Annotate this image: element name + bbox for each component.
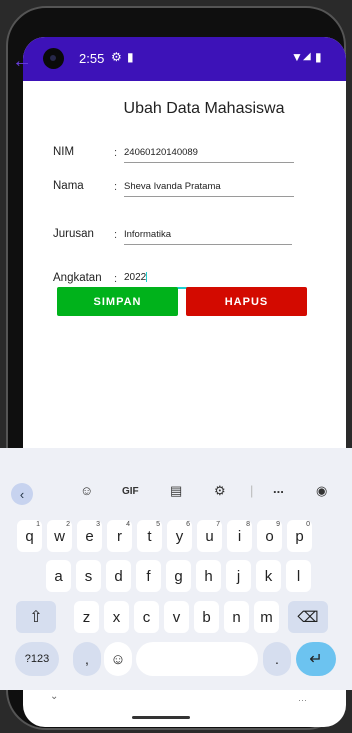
nama-field[interactable]: Sheva Ivanda Pratama [124, 181, 294, 197]
key-v[interactable]: v [164, 601, 189, 633]
key-d[interactable]: d [106, 560, 131, 592]
comma-key[interactable]: , [73, 642, 101, 676]
key-i[interactable]: i8 [227, 520, 252, 552]
key-n[interactable]: n [224, 601, 249, 633]
back-arrow-icon[interactable]: ← [12, 50, 32, 73]
more-button[interactable]: ... [273, 481, 284, 496]
keyboard-switch-icon[interactable]: ⋯ [298, 695, 307, 706]
key-h[interactable]: h [196, 560, 221, 592]
microphone-icon[interactable]: ◉ [316, 483, 327, 499]
text-cursor [146, 272, 148, 283]
keyboard-back-icon[interactable]: ‹ [11, 483, 33, 505]
key-m[interactable]: m [254, 601, 279, 633]
key-p[interactable]: p0 [287, 520, 312, 552]
emoji-icon[interactable]: ☺ [104, 642, 132, 676]
colon-nama: : [114, 181, 118, 193]
label-nama: Nama [53, 180, 84, 192]
key-f[interactable]: f [136, 560, 161, 592]
gif-button[interactable]: GIF [122, 486, 139, 497]
backspace-icon[interactable]: ⌫ [288, 601, 328, 633]
key-c[interactable]: c [134, 601, 159, 633]
period-key[interactable]: . [263, 642, 291, 676]
jurusan-field[interactable]: Informatika [124, 229, 292, 245]
label-angkatan: Angkatan [53, 272, 102, 284]
key-e[interactable]: e3 [77, 520, 102, 552]
shift-icon[interactable]: ⇧ [16, 601, 56, 633]
sd-card-icon: ▮ [127, 50, 134, 64]
key-q[interactable]: q1 [17, 520, 42, 552]
wifi-icon: ▼ [291, 50, 303, 64]
toolbar-divider: | [250, 483, 254, 498]
key-w[interactable]: w2 [47, 520, 72, 552]
label-jurusan: Jurusan [53, 228, 94, 240]
key-l[interactable]: l [286, 560, 311, 592]
signal-icon: ◢ [303, 51, 311, 62]
sticker-icon[interactable]: ☺ [80, 483, 93, 498]
battery-icon: ▮ [315, 50, 322, 64]
angkatan-value: 2022 [124, 272, 147, 283]
key-r[interactable]: r4 [107, 520, 132, 552]
symbols-button[interactable]: ?123 [15, 642, 59, 676]
chevron-down-icon[interactable]: ⌄ [50, 691, 58, 702]
key-t[interactable]: t5 [137, 520, 162, 552]
gesture-nav-bar[interactable] [132, 716, 190, 719]
status-bar: 2:55 ⚙ ▮ ▼ ◢ ▮ [23, 37, 346, 81]
page-title: Ubah Data Mahasiswa [123, 100, 285, 117]
key-s[interactable]: s [76, 560, 101, 592]
enter-icon[interactable]: ↵ [296, 642, 336, 676]
camera-cutout [43, 48, 64, 69]
key-k[interactable]: k [256, 560, 281, 592]
settings-status-icon: ⚙ [111, 50, 122, 64]
space-bar[interactable] [136, 642, 258, 676]
key-y[interactable]: y6 [167, 520, 192, 552]
key-z[interactable]: z [74, 601, 99, 633]
nim-field[interactable]: 24060120140089 [124, 147, 294, 163]
key-x[interactable]: x [104, 601, 129, 633]
save-button[interactable]: SIMPAN [57, 287, 178, 316]
colon-jurusan: : [114, 229, 118, 241]
settings-icon[interactable]: ⚙ [214, 483, 226, 499]
key-u[interactable]: u7 [197, 520, 222, 552]
key-o[interactable]: o9 [257, 520, 282, 552]
key-a[interactable]: a [46, 560, 71, 592]
clipboard-icon[interactable]: ▤ [170, 483, 182, 499]
colon-nim: : [114, 147, 118, 159]
delete-button[interactable]: HAPUS [186, 287, 307, 316]
key-g[interactable]: g [166, 560, 191, 592]
key-j[interactable]: j [226, 560, 251, 592]
key-b[interactable]: b [194, 601, 219, 633]
colon-angkatan: : [114, 273, 118, 285]
label-nim: NIM [53, 146, 75, 158]
status-time: 2:55 [79, 51, 105, 66]
